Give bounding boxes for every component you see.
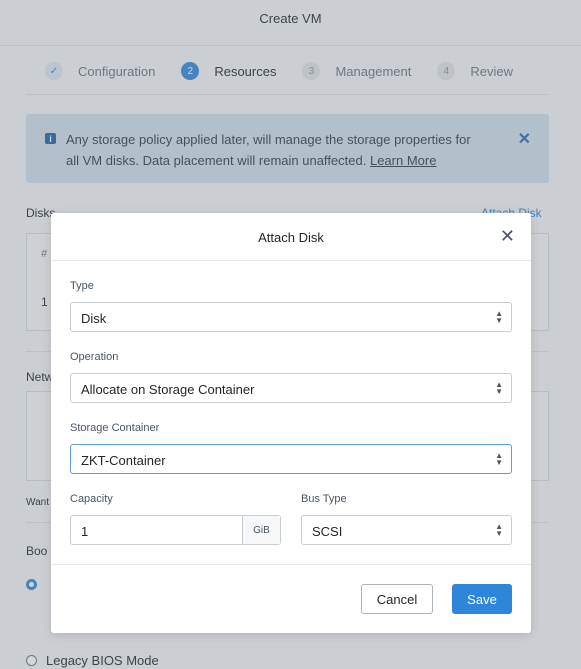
storage-container-label: Storage Container (70, 422, 160, 434)
close-icon[interactable]: ✕ (500, 226, 515, 246)
modal-title: Attach Disk (258, 230, 324, 245)
attach-disk-modal: Attach Disk ✕ Type Disk ▲ ▼ Operation All… (51, 213, 531, 633)
operation-value: Allocate on Storage Container (81, 382, 255, 397)
type-select[interactable]: Disk ▲ ▼ (70, 302, 512, 332)
cancel-button[interactable]: Cancel (361, 584, 433, 614)
divider (51, 564, 531, 565)
operation-label: Operation (70, 351, 119, 363)
storage-container-select[interactable]: ZKT-Container ▲ ▼ (70, 444, 512, 474)
divider (51, 260, 531, 261)
type-label: Type (70, 280, 94, 292)
capacity-label: Capacity (70, 493, 113, 505)
chevron-updown-icon: ▲ ▼ (495, 380, 503, 396)
bus-type-label: Bus Type (301, 493, 347, 505)
chevron-updown-icon: ▲ ▼ (495, 309, 503, 325)
bus-type-select[interactable]: SCSI ▲ ▼ (301, 515, 512, 545)
storage-container-value: ZKT-Container (81, 453, 166, 468)
capacity-field[interactable]: 1 GiB (70, 515, 281, 545)
save-button[interactable]: Save (452, 584, 512, 614)
chevron-updown-icon: ▲ ▼ (495, 451, 503, 467)
capacity-input[interactable]: 1 (81, 524, 88, 539)
chevron-updown-icon: ▲ ▼ (495, 522, 503, 538)
bus-type-value: SCSI (312, 524, 343, 539)
type-value: Disk (81, 311, 107, 326)
capacity-unit: GiB (242, 516, 280, 544)
operation-select[interactable]: Allocate on Storage Container ▲ ▼ (70, 373, 512, 403)
